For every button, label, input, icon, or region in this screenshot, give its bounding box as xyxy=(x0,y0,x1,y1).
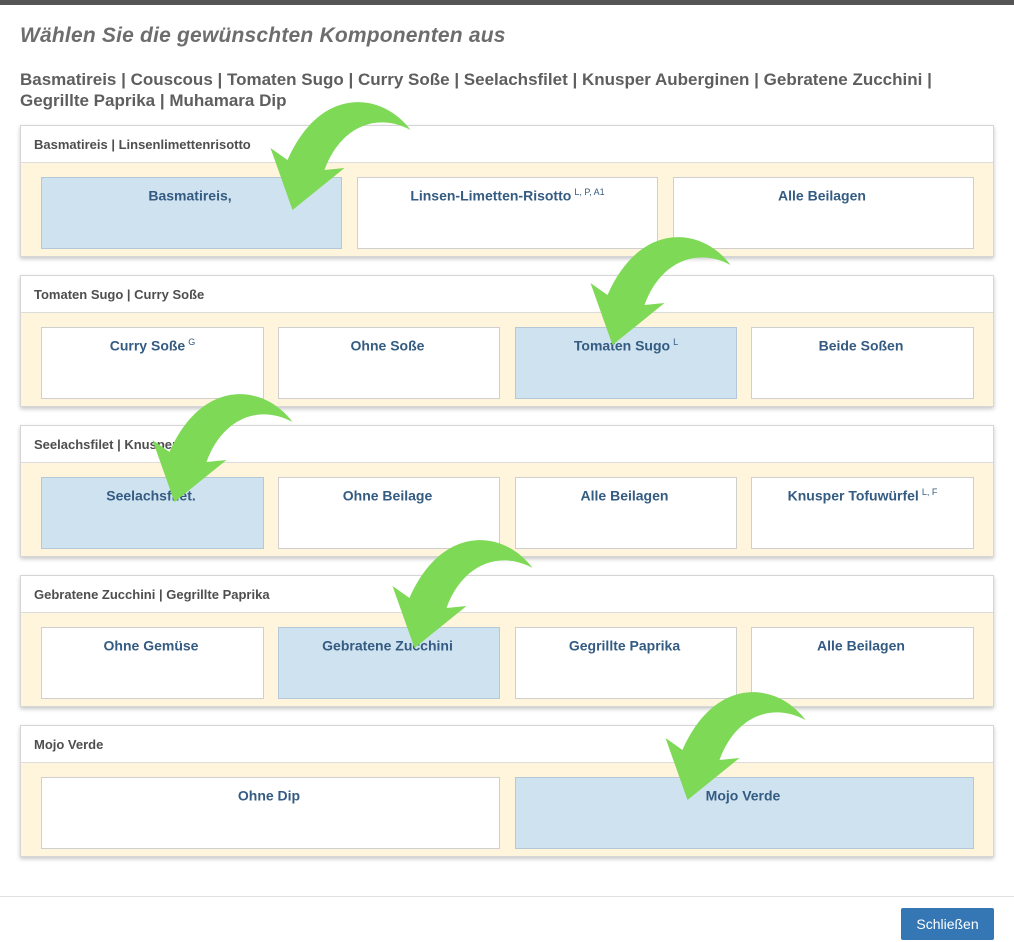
option-alle-beilagen[interactable]: Alle Beilagen xyxy=(515,477,737,549)
option-knusper-tofuwuerfel[interactable]: Knusper Tofuwürfel L, F xyxy=(751,477,974,549)
group-header: Tomaten Sugo | Curry Soße xyxy=(21,276,993,313)
option-alle-beilagen[interactable]: Alle Beilagen xyxy=(673,177,974,249)
option-ohne-dip[interactable]: Ohne Dip xyxy=(41,777,500,849)
option-label: Ohne Soße xyxy=(350,337,425,354)
option-alle-beilagen[interactable]: Alle Beilagen xyxy=(751,627,974,699)
option-label: Beide Soßen xyxy=(818,337,904,354)
option-gebratene-zucchini[interactable]: Gebratene Zucchini xyxy=(278,627,500,699)
option-allergens: L, P, A1 xyxy=(574,187,605,197)
option-ohne-gemuese[interactable]: Ohne Gemüse xyxy=(41,627,264,699)
option-beide-sossen[interactable]: Beide Soßen xyxy=(751,327,974,399)
option-label: Gebratene Zucchini xyxy=(322,637,453,654)
option-allergens: L, F xyxy=(921,487,938,497)
group-header: Gebratene Zucchini | Gegrillte Paprika xyxy=(21,576,993,613)
option-tomaten-sugo[interactable]: Tomaten Sugo L xyxy=(515,327,737,399)
top-bar xyxy=(0,0,1014,5)
option-mojo-verde[interactable]: Mojo Verde xyxy=(515,777,974,849)
option-curry-sosse[interactable]: Curry Soße G xyxy=(41,327,264,399)
footer-divider xyxy=(0,896,1014,897)
option-label: Curry Soße xyxy=(109,337,186,354)
option-label: Ohne Gemüse xyxy=(103,637,199,654)
option-label: Knusper Tofuwürfel xyxy=(787,487,919,504)
option-allergens: G xyxy=(188,337,196,347)
group-options: Basmatireis, Linsen-Limetten-Risotto L, P… xyxy=(21,163,993,257)
group-header: Seelachsfilet | Knusper Tofu xyxy=(21,426,993,463)
dialog-title: Wählen Sie die gewünschten Komponenten a… xyxy=(20,24,506,47)
group-protein: Seelachsfilet | Knusper Tofu Seelachsfil… xyxy=(20,425,994,557)
option-label: Linsen-Limetten-Risotto xyxy=(410,187,572,204)
option-linsen-limetten-risotto[interactable]: Linsen-Limetten-Risotto L, P, A1 xyxy=(357,177,658,249)
option-label: Ohne Beilage xyxy=(342,487,433,504)
group-beilage: Basmatireis | Linsenlimettenrisotto Basm… xyxy=(20,125,994,257)
option-basmatireis[interactable]: Basmatireis, xyxy=(41,177,342,249)
close-button[interactable]: Schließen xyxy=(901,908,994,940)
option-label: Mojo Verde xyxy=(705,787,781,804)
group-options: Ohne Gemüse Gebratene Zucchini Gegrillte… xyxy=(21,613,993,707)
group-header: Basmatireis | Linsenlimettenrisotto xyxy=(21,126,993,163)
option-label: Basmatireis, xyxy=(148,187,232,204)
option-ohne-beilage[interactable]: Ohne Beilage xyxy=(278,477,500,549)
group-options: Curry Soße G Ohne Soße Tomaten Sugo L Beid… xyxy=(21,313,993,407)
group-options: Ohne Dip Mojo Verde xyxy=(21,763,993,857)
group-options: Seelachsfilet. Ohne Beilage Alle Beilage… xyxy=(21,463,993,557)
group-sosse: Tomaten Sugo | Curry Soße Curry Soße G Oh… xyxy=(20,275,994,407)
group-header: Mojo Verde xyxy=(21,726,993,763)
option-ohne-sosse[interactable]: Ohne Soße xyxy=(278,327,500,399)
option-label: Alle Beilagen xyxy=(580,487,669,504)
option-allergens: L xyxy=(673,337,679,347)
option-gegrillte-paprika[interactable]: Gegrillte Paprika xyxy=(515,627,737,699)
option-label: Tomaten Sugo xyxy=(573,337,671,354)
group-dip: Mojo Verde Ohne Dip Mojo Verde xyxy=(20,725,994,857)
option-label: Alle Beilagen xyxy=(817,637,905,654)
group-gemuese: Gebratene Zucchini | Gegrillte Paprika O… xyxy=(20,575,994,707)
option-label: Gegrillte Paprika xyxy=(568,637,681,654)
option-label: Alle Beilagen xyxy=(778,187,866,204)
option-label: Seelachsfilet. xyxy=(106,487,196,504)
selection-summary: Basmatireis | Couscous | Tomaten Sugo | … xyxy=(20,70,932,110)
option-label: Ohne Dip xyxy=(237,787,301,804)
option-seelachsfilet[interactable]: Seelachsfilet. xyxy=(41,477,264,549)
